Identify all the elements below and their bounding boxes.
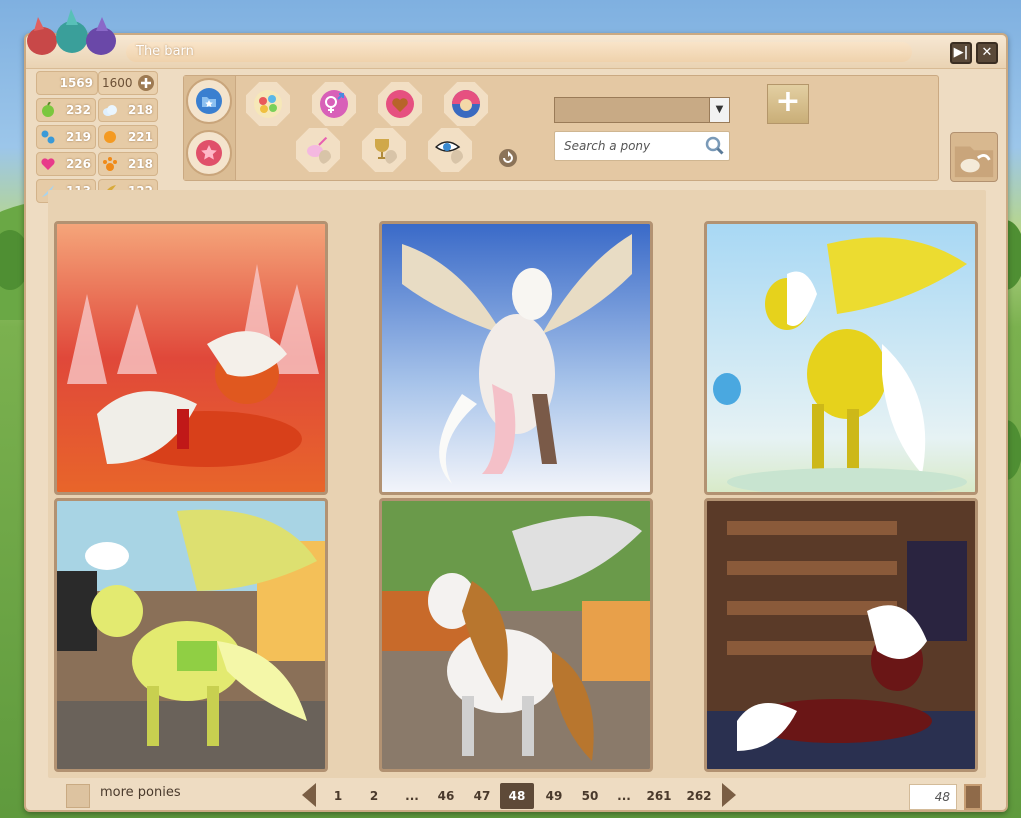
pony-grid [48, 190, 986, 778]
page-link[interactable]: 2 [362, 783, 386, 809]
love-filter[interactable] [378, 82, 422, 126]
breed-icon [452, 90, 480, 118]
collapse-button[interactable]: ▶| [950, 42, 972, 64]
unicorn-icon [307, 136, 331, 164]
sun-stat: 221 [98, 125, 158, 149]
pony-card[interactable] [704, 498, 978, 772]
unicorn-filter[interactable] [296, 128, 340, 172]
page-link[interactable]: 1 [326, 783, 350, 809]
food-stat: 232 [36, 98, 96, 122]
page-link[interactable]: 47 [468, 783, 496, 809]
pony-card[interactable] [54, 221, 328, 495]
move-pony-button[interactable] [950, 132, 998, 182]
move-pony-icon [954, 146, 994, 178]
add-money-icon[interactable] [137, 74, 155, 92]
page-ellipsis: ... [405, 789, 419, 803]
search-input[interactable] [554, 131, 730, 161]
breed-filter[interactable] [444, 82, 488, 126]
add-button[interactable]: + [767, 84, 809, 124]
cup-filter[interactable] [362, 128, 406, 172]
gender-icon [320, 90, 348, 118]
gender-filter[interactable] [312, 82, 356, 126]
cup-icon [375, 139, 397, 164]
page-link[interactable]: 50 [576, 783, 604, 809]
pony-image [57, 501, 325, 769]
next-page-icon[interactable] [722, 783, 736, 807]
page-number-input[interactable] [909, 784, 957, 810]
plus-icon: + [775, 84, 801, 119]
pony-card[interactable] [704, 221, 978, 495]
pony-image [707, 501, 975, 769]
pony-card[interactable] [379, 498, 653, 772]
filter-toolbar: ▼ + [183, 75, 939, 181]
pony-image [707, 224, 975, 492]
colors-filter[interactable] [246, 82, 290, 126]
favorites-button[interactable] [186, 130, 232, 176]
page-ellipsis: ... [617, 789, 631, 803]
paw-stat: 218 [98, 152, 158, 176]
money-stat: 1569 [36, 71, 98, 95]
eye-filter[interactable] [428, 128, 472, 172]
title-bar: The barn ▶| ✕ [26, 35, 1006, 69]
close-button[interactable]: ✕ [976, 42, 998, 64]
page-link-current[interactable]: 48 [500, 783, 534, 809]
game-logo-icon [27, 9, 116, 55]
page-link[interactable]: 262 [682, 783, 716, 809]
search-icon[interactable] [705, 136, 725, 156]
pony-card[interactable] [379, 221, 653, 495]
colors-icon [254, 90, 282, 118]
heart-icon [386, 90, 414, 118]
filter-dropdown[interactable]: ▼ [554, 97, 730, 123]
page-link[interactable]: 46 [432, 783, 460, 809]
drops-icon [41, 130, 55, 144]
more-ponies-checkbox[interactable] [66, 784, 90, 808]
cloud-icon [103, 105, 117, 116]
page-link[interactable]: 261 [642, 783, 676, 809]
prev-page-icon[interactable] [302, 783, 316, 807]
pony-image [382, 224, 650, 492]
chevron-down-icon[interactable]: ▼ [709, 98, 729, 122]
apple-icon [42, 102, 54, 117]
cloud-stat: 218 [98, 98, 158, 122]
go-page-button[interactable] [964, 784, 982, 810]
sun-icon [104, 131, 116, 143]
money-max-stat: 1600 [98, 71, 158, 95]
pony-image [382, 501, 650, 769]
barn-folder-button[interactable] [186, 78, 232, 124]
barn-window: The barn ▶| ✕ 1569 1600 232 218 219 221 … [24, 9, 1008, 812]
paw-icon [103, 157, 117, 171]
more-ponies-label: more ponies [100, 785, 181, 800]
heart-stat: 226 [36, 152, 96, 176]
drops-stat: 219 [36, 125, 96, 149]
folder-icon [196, 88, 222, 114]
eye-icon [435, 141, 463, 164]
pony-card[interactable] [54, 498, 328, 772]
pony-image [57, 224, 325, 492]
page-link[interactable]: 49 [540, 783, 568, 809]
star-icon [196, 140, 222, 166]
window-title: The barn [126, 42, 912, 62]
heart-icon [41, 158, 55, 170]
refresh-icon[interactable] [498, 148, 518, 168]
